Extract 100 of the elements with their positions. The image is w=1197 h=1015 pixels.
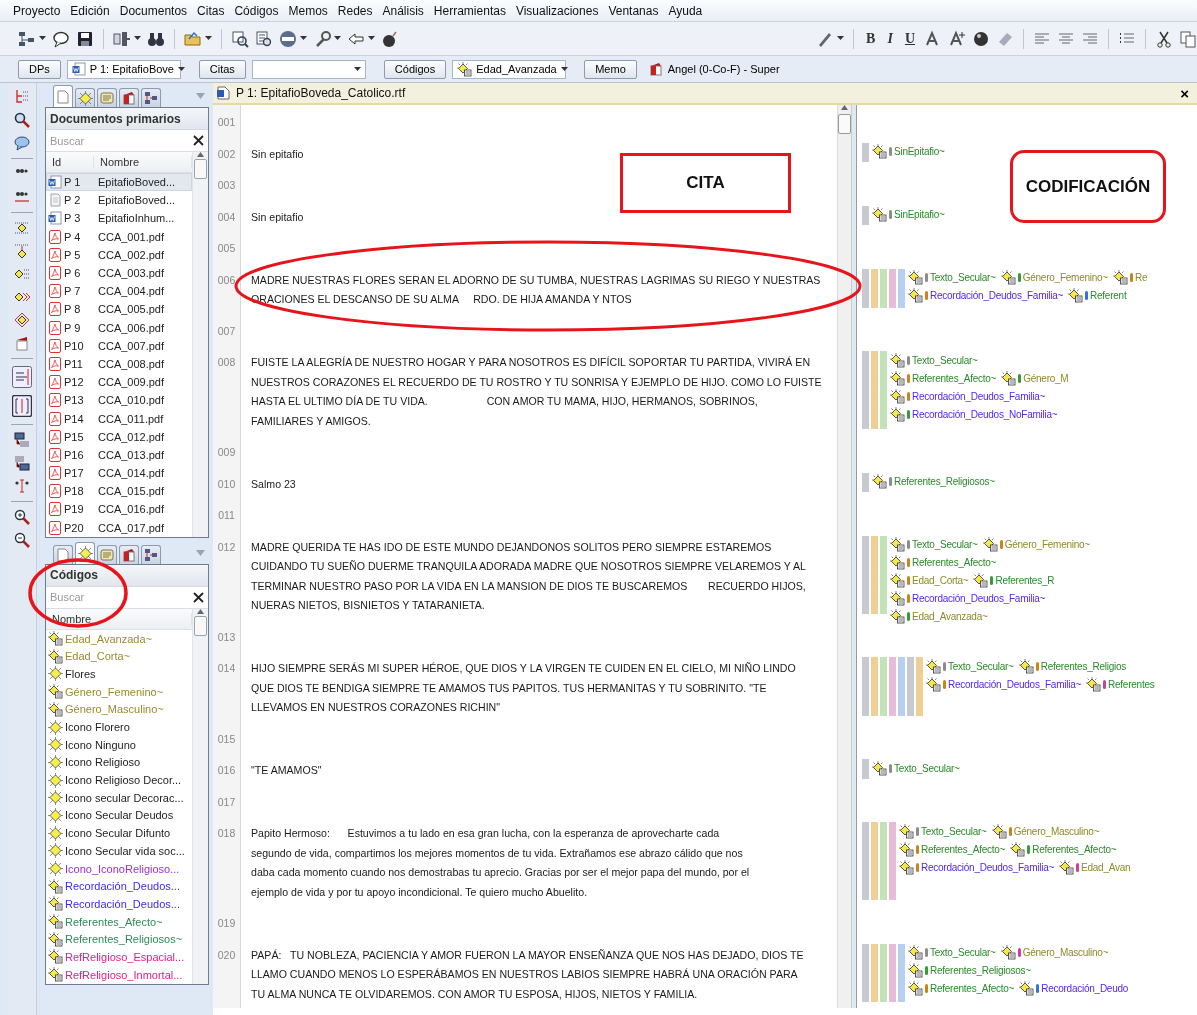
code-tag[interactable]: Género_Femenino~: [982, 537, 1090, 552]
code-tag[interactable]: Referentes_Afecto~: [899, 841, 1006, 857]
folder-icon[interactable]: [184, 29, 202, 48]
copy-icon[interactable]: [1179, 29, 1197, 48]
hierarchy-icon[interactable]: [18, 29, 36, 48]
code-grid-icon[interactable]: [14, 220, 30, 236]
document-item[interactable]: P 1 EpitafioBoved...: [46, 173, 192, 192]
counter-icon[interactable]: [12, 366, 32, 388]
code-item[interactable]: Edad_Corta~: [46, 647, 192, 666]
caret-icon[interactable]: [334, 36, 341, 41]
scrollbar-thumb[interactable]: [194, 615, 207, 636]
code-tag[interactable]: Texto_Secular~: [890, 352, 978, 368]
code-tag[interactable]: Texto_Secular~: [899, 823, 987, 839]
selector-dropdown[interactable]: Edad_Avanzada: [452, 59, 567, 79]
code-tag[interactable]: Texto_Secular~: [890, 537, 978, 552]
scrollbar[interactable]: [192, 608, 208, 984]
document-item[interactable]: P 5 CCA_002.pdf: [46, 245, 192, 264]
menu-item[interactable]: Citas: [192, 3, 230, 18]
code-tag[interactable]: Recordación_Deudos_Familia~: [899, 859, 1055, 875]
code-tag[interactable]: Referentes_Religiosos~: [872, 474, 995, 489]
code-tag[interactable]: Recordación_Deudo: [1019, 981, 1129, 996]
document-item[interactable]: P13 CCA_010.pdf: [46, 391, 192, 410]
selector-button[interactable]: Citas: [198, 59, 246, 79]
menu-item[interactable]: Proyecto: [8, 3, 66, 18]
code-item[interactable]: Icono Religioso Decor...: [46, 771, 192, 789]
code-tag[interactable]: Género_Masculino~: [991, 823, 1100, 839]
close-icon[interactable]: [193, 591, 204, 603]
window-up-icon[interactable]: [14, 455, 30, 471]
document-item[interactable]: P17 CCA_014.pdf: [46, 464, 192, 483]
code-item[interactable]: Icono secular Decorac...: [46, 788, 192, 807]
caret-icon[interactable]: [837, 36, 845, 41]
code-tag[interactable]: Referentes_Religios: [1018, 658, 1127, 674]
note-icon[interactable]: [14, 335, 30, 351]
code-tag[interactable]: Texto_Secular~: [908, 270, 996, 285]
menu-item[interactable]: Documentos: [114, 3, 193, 18]
caret-icon[interactable]: [560, 66, 568, 72]
code-tag[interactable]: Recordación_Deudos_Familia~: [890, 591, 1046, 606]
split-icon[interactable]: [113, 29, 131, 48]
document-item[interactable]: P 8 CCA_005.pdf: [46, 300, 192, 319]
code-list-icon[interactable]: [14, 266, 30, 282]
code-item[interactable]: Recordación_Deudos...: [46, 877, 192, 896]
code-drop-icon[interactable]: [14, 243, 30, 259]
document-item[interactable]: P11 CCA_008.pdf: [46, 354, 192, 374]
menu-item[interactable]: Análisis: [377, 3, 429, 18]
comment-icon[interactable]: [52, 29, 70, 48]
caret-icon[interactable]: [134, 36, 141, 41]
format-button[interactable]: I: [884, 30, 896, 47]
document-item[interactable]: P10 CCA_007.pdf: [46, 336, 192, 355]
menu-item[interactable]: Herramientas: [428, 3, 511, 18]
menu-item[interactable]: Memos: [283, 3, 333, 18]
code-tag[interactable]: Referentes: [1086, 676, 1155, 692]
column-header[interactable]: Id: [46, 156, 94, 168]
code-item[interactable]: Icono Secular vida soc...: [46, 842, 192, 860]
code-star-icon[interactable]: [14, 312, 30, 328]
tree-icon[interactable]: [14, 89, 30, 105]
filter-list-icon[interactable]: [255, 29, 273, 48]
code-item[interactable]: Género_Masculino~: [46, 700, 192, 719]
code-tag[interactable]: Edad_Avanzada~: [890, 609, 988, 624]
code-tag[interactable]: Género_Femenino~: [1000, 270, 1108, 285]
code-tag[interactable]: Texto_Secular~: [908, 945, 996, 960]
code-item[interactable]: Flores: [46, 665, 192, 683]
code-tag[interactable]: SinEpitafio~: [872, 144, 945, 159]
code-item[interactable]: Icono Religioso: [46, 753, 192, 772]
document-item[interactable]: P 9 CCA_006.pdf: [46, 318, 192, 337]
format-button[interactable]: U: [901, 30, 918, 47]
menu-item[interactable]: Códigos: [229, 3, 284, 18]
document-item[interactable]: P16 CCA_013.pdf: [46, 445, 192, 464]
bomb-icon[interactable]: [381, 29, 399, 48]
save-icon[interactable]: [76, 29, 94, 48]
caret-icon[interactable]: [205, 36, 212, 41]
code-item[interactable]: Icono Secular Difunto: [46, 824, 192, 842]
quote-resize-icon[interactable]: [14, 189, 30, 205]
caret-icon[interactable]: [368, 36, 375, 41]
menu-item[interactable]: Visualizaciones: [510, 3, 604, 18]
panel-tab[interactable]: [53, 85, 73, 107]
code-tag[interactable]: Recordación_Deudos_Familia~: [908, 288, 1064, 303]
quote-cursor-icon[interactable]: [14, 478, 30, 494]
code-tag[interactable]: Referentes_Afecto~: [890, 555, 997, 570]
scrollbar[interactable]: [837, 105, 852, 1008]
code-tag[interactable]: Género_Masculino~: [1000, 945, 1109, 960]
code-item[interactable]: Referentes_Afecto~: [46, 912, 192, 931]
font-a-plus-icon[interactable]: [948, 29, 966, 48]
filter-icon[interactable]: [231, 29, 249, 48]
document-item[interactable]: P14 CCA_011.pdf: [46, 409, 192, 428]
document-item[interactable]: P 7 CCA_004.pdf: [46, 282, 192, 301]
panel-tab[interactable]: [97, 544, 117, 564]
code-tag[interactable]: Recordación_Deudos_NoFamilia~: [890, 406, 1058, 422]
code-tag[interactable]: SinEpitafio~: [872, 207, 945, 222]
code-tag[interactable]: Recordación_Deudos_Familia~: [890, 388, 1046, 404]
document-item[interactable]: P15 CCA_012.pdf: [46, 427, 192, 446]
menu-item[interactable]: Redes: [332, 3, 378, 18]
bracket-icon[interactable]: [12, 395, 32, 417]
code-tag[interactable]: Texto_Secular~: [872, 760, 960, 776]
code-tag[interactable]: Referentes_Afecto~: [890, 370, 997, 386]
sphere-icon[interactable]: [972, 29, 990, 48]
code-item[interactable]: Icono Secular Deudos: [46, 806, 192, 825]
code-tag[interactable]: Referentes_Afecto~: [1010, 841, 1117, 857]
code-tag[interactable]: Texto_Secular~: [926, 658, 1014, 674]
caret-icon[interactable]: [300, 36, 307, 41]
caret-icon[interactable]: [353, 66, 361, 72]
